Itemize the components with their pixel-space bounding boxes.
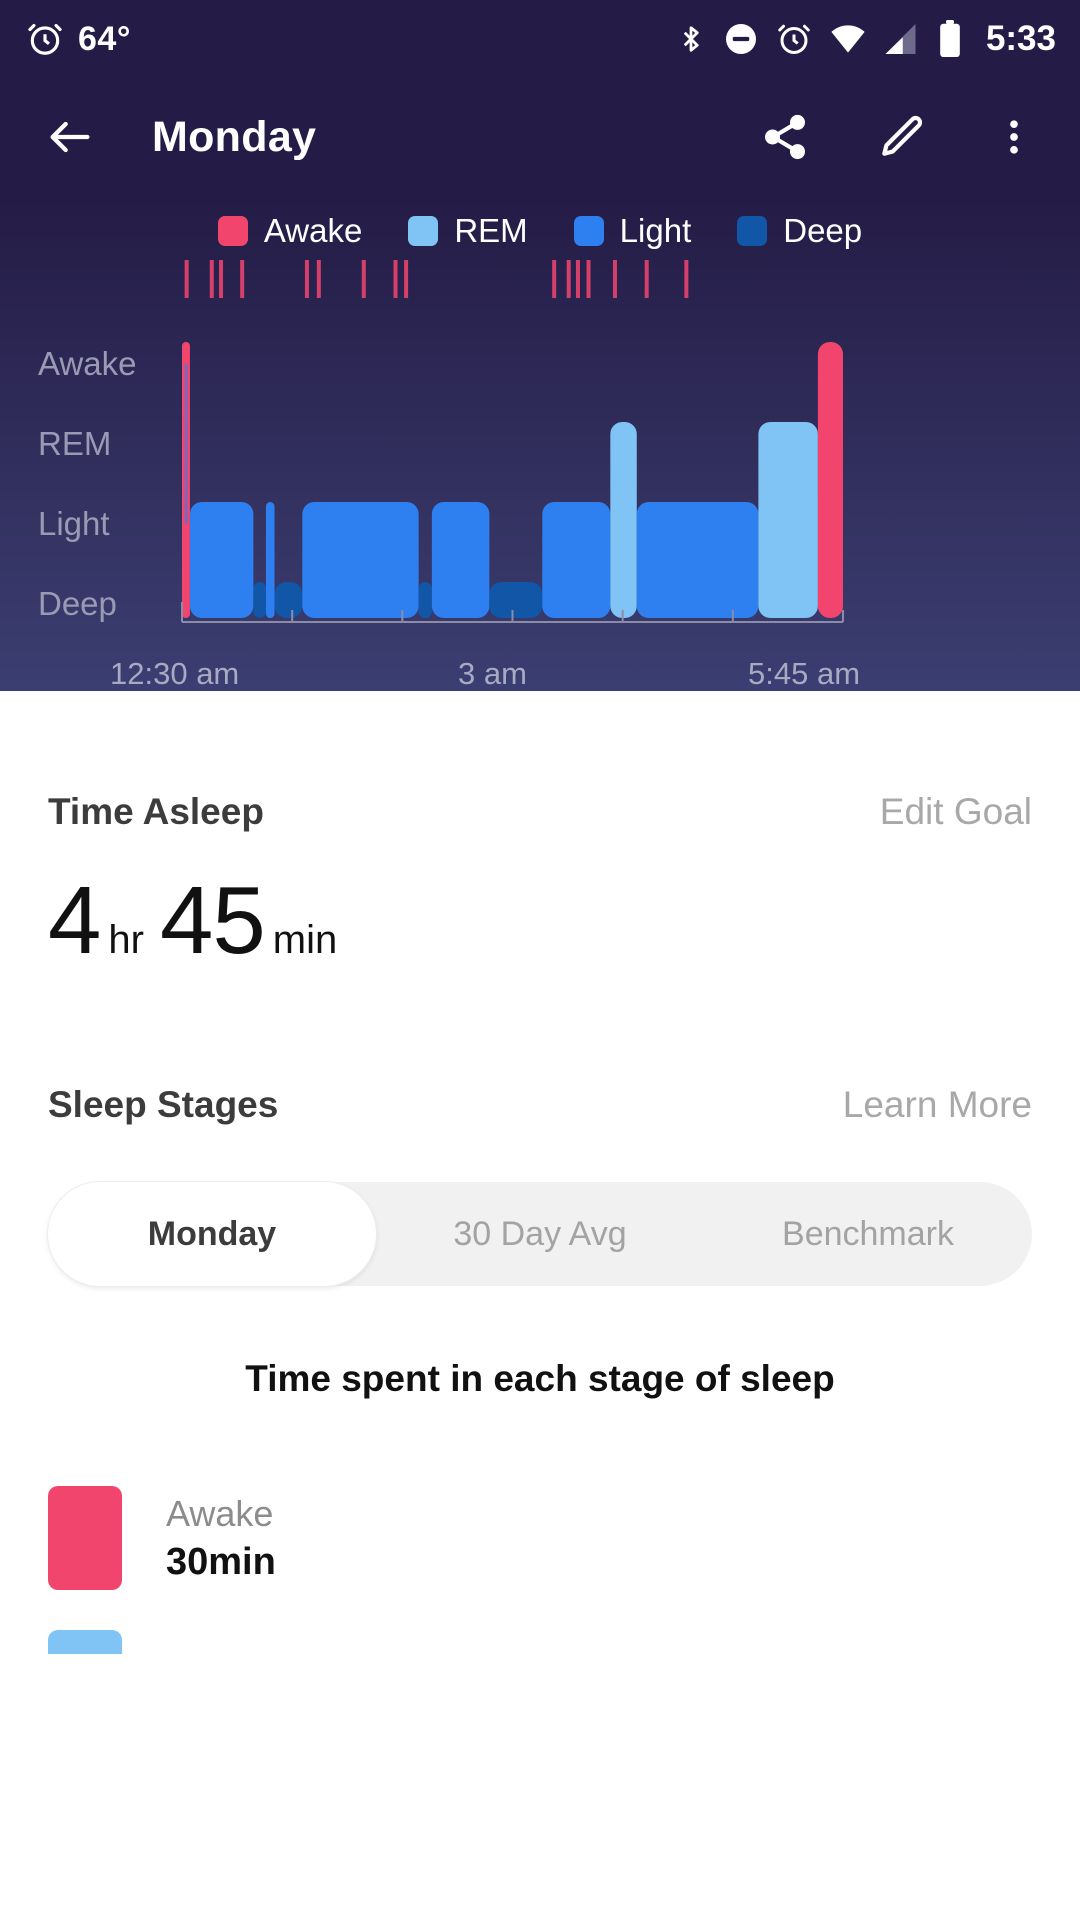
clock-label: 5:33 xyxy=(986,19,1056,59)
cell-signal-icon xyxy=(884,22,920,56)
battery-icon xyxy=(937,20,963,58)
do-not-disturb-icon xyxy=(723,21,759,57)
minutes-unit: min xyxy=(273,918,337,963)
chart-legend: Awake REM Light Deep xyxy=(0,196,1080,250)
wifi-icon xyxy=(829,22,867,56)
legend-label-rem: REM xyxy=(454,212,527,250)
tab-30-day-avg[interactable]: 30 Day Avg xyxy=(376,1182,704,1286)
stage-value-awake: 30min xyxy=(166,1541,276,1584)
status-bar-left: 64° xyxy=(26,20,131,59)
time-asleep-header: Time Asleep Edit Goal xyxy=(48,791,1032,833)
legend-item-light: Light xyxy=(574,212,692,250)
app-bar-actions xyxy=(760,112,1036,162)
x-tick-label-1: 3 am xyxy=(458,656,527,691)
stage-text-awake: Awake 30min xyxy=(166,1493,276,1584)
page-title: Monday xyxy=(152,113,316,162)
share-icon[interactable] xyxy=(760,112,810,162)
sleep-stages-header: Sleep Stages Learn More xyxy=(48,1084,1032,1126)
hypnogram-plot[interactable]: Awake REM Light Deep 12:30 am 3 am 5:45 … xyxy=(0,250,1080,670)
legend-item-rem: REM xyxy=(408,212,527,250)
sleep-hypnogram-panel: Awake REM Light Deep Awake REM Light Dee… xyxy=(0,196,1080,691)
pencil-icon[interactable] xyxy=(876,112,926,162)
temperature-label: 64° xyxy=(78,20,131,59)
x-tick-label-0: 12:30 am xyxy=(110,656,239,691)
legend-label-light: Light xyxy=(620,212,692,250)
legend-item-awake: Awake xyxy=(218,212,362,250)
stage-range-segmented-control: Monday 30 Day Avg Benchmark xyxy=(48,1182,1032,1286)
main-content: Time Asleep Edit Goal 4 hr 45 min Sleep … xyxy=(0,691,1080,1654)
minutes-value: 45 xyxy=(160,875,265,966)
edit-goal-button[interactable]: Edit Goal xyxy=(880,791,1032,833)
bluetooth-icon xyxy=(676,20,706,58)
sleep-stages-section: Sleep Stages Learn More Monday 30 Day Av… xyxy=(48,966,1032,1654)
legend-swatch-light xyxy=(574,216,604,246)
legend-swatch-rem xyxy=(408,216,438,246)
stage-subheading: Time spent in each stage of sleep xyxy=(48,1358,1032,1400)
legend-label-deep: Deep xyxy=(783,212,862,250)
time-asleep-value: 4 hr 45 min xyxy=(48,875,1032,966)
tab-monday[interactable]: Monday xyxy=(48,1182,376,1286)
alarm-icon xyxy=(26,20,64,58)
stage-swatch-rem xyxy=(48,1630,122,1654)
stage-swatch-awake xyxy=(48,1486,122,1590)
hypnogram-svg xyxy=(0,250,1080,670)
tab-benchmark[interactable]: Benchmark xyxy=(704,1182,1032,1286)
learn-more-button[interactable]: Learn More xyxy=(843,1084,1032,1126)
stage-name-awake: Awake xyxy=(166,1493,276,1535)
legend-swatch-deep xyxy=(737,216,767,246)
sleep-stages-title: Sleep Stages xyxy=(48,1084,278,1126)
status-bar-right: 5:33 xyxy=(676,0,1056,78)
overflow-menu-icon[interactable] xyxy=(992,112,1036,162)
hours-value: 4 xyxy=(48,875,100,966)
back-arrow-icon[interactable] xyxy=(44,111,96,163)
stage-breakdown-list: Awake 30min xyxy=(48,1486,1032,1654)
hours-unit: hr xyxy=(108,918,144,963)
list-item: Awake 30min xyxy=(48,1486,1032,1590)
status-bar: 64° xyxy=(0,0,1080,78)
x-tick-label-2: 5:45 am xyxy=(748,656,860,691)
time-asleep-title: Time Asleep xyxy=(48,791,264,833)
legend-item-deep: Deep xyxy=(737,212,862,250)
app-bar: Monday xyxy=(0,78,1080,196)
time-asleep-section: Time Asleep Edit Goal 4 hr 45 min xyxy=(48,691,1032,966)
alarm-icon xyxy=(776,21,812,57)
legend-swatch-awake xyxy=(218,216,248,246)
list-item xyxy=(48,1630,1032,1654)
legend-label-awake: Awake xyxy=(264,212,362,250)
